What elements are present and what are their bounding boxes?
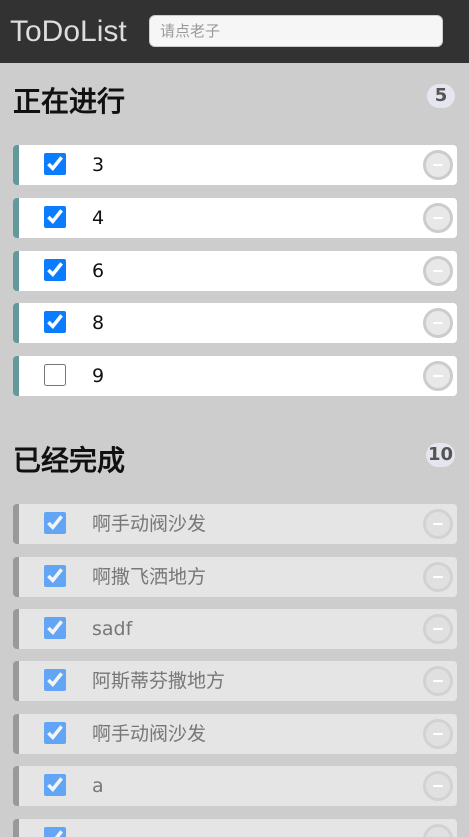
- doing-list-item: 4: [13, 198, 457, 238]
- minus-icon: [433, 217, 443, 219]
- done-list-item: 阿斯蒂芬撒地方: [13, 661, 457, 701]
- minus-icon: [433, 733, 443, 735]
- doing-list-item: 9: [13, 356, 457, 396]
- todo-checkbox[interactable]: [44, 617, 66, 639]
- done-list-item: 啊撒飞洒地方: [13, 557, 457, 597]
- todo-checkbox[interactable]: [44, 364, 66, 386]
- minus-icon: [433, 375, 443, 377]
- app-header: ToDoList: [0, 0, 469, 63]
- todo-checkbox[interactable]: [44, 153, 66, 175]
- delete-button[interactable]: [423, 256, 453, 286]
- minus-icon: [433, 576, 443, 578]
- todo-text[interactable]: 啊撒飞洒地方: [92, 557, 206, 597]
- todo-text[interactable]: 阿斯蒂芬撒地方: [92, 661, 225, 701]
- todo-text[interactable]: sadf: [92, 609, 132, 649]
- delete-button[interactable]: [423, 771, 453, 801]
- todo-checkbox[interactable]: [44, 206, 66, 228]
- minus-icon: [433, 523, 443, 525]
- todo-checkbox[interactable]: [44, 565, 66, 587]
- delete-button[interactable]: [423, 824, 453, 837]
- delete-button[interactable]: [423, 308, 453, 338]
- todo-text[interactable]: 3: [92, 145, 104, 185]
- minus-icon: [433, 628, 443, 630]
- todo-text[interactable]: 啊手动阀沙发: [92, 714, 206, 754]
- delete-button[interactable]: [423, 562, 453, 592]
- done-list-item: 啊手动阀沙发: [13, 714, 457, 754]
- minus-icon: [433, 322, 443, 324]
- doing-list-item: 8: [13, 303, 457, 343]
- done-list-item: a: [13, 766, 457, 806]
- app-title: ToDoList: [10, 15, 127, 48]
- delete-button[interactable]: [423, 150, 453, 180]
- minus-icon: [433, 680, 443, 682]
- delete-button[interactable]: [423, 719, 453, 749]
- todo-checkbox[interactable]: [44, 512, 66, 534]
- todo-checkbox[interactable]: [44, 722, 66, 744]
- todo-text[interactable]: 4: [92, 198, 104, 238]
- todo-checkbox[interactable]: [44, 259, 66, 281]
- todo-checkbox[interactable]: [44, 311, 66, 333]
- done-list-item: sadf: [13, 609, 457, 649]
- todo-checkbox[interactable]: [44, 669, 66, 691]
- done-list-item: 啊手动阀沙发: [13, 504, 457, 544]
- done-list-item: [13, 819, 457, 837]
- delete-button[interactable]: [423, 614, 453, 644]
- delete-button[interactable]: [423, 509, 453, 539]
- todo-text[interactable]: a: [92, 766, 104, 806]
- done-count-badge: 10: [425, 443, 455, 467]
- todo-checkbox[interactable]: [44, 774, 66, 796]
- doing-list-item: 3: [13, 145, 457, 185]
- delete-button[interactable]: [423, 361, 453, 391]
- done-section-title: 已经完成: [13, 444, 126, 477]
- new-todo-input[interactable]: [149, 15, 443, 47]
- doing-section-title: 正在进行: [13, 85, 126, 118]
- doing-count-badge: 5: [427, 84, 455, 108]
- delete-button[interactable]: [423, 666, 453, 696]
- delete-button[interactable]: [423, 203, 453, 233]
- minus-icon: [433, 270, 443, 272]
- todo-text[interactable]: 9: [92, 356, 104, 396]
- todo-text[interactable]: 6: [92, 251, 104, 291]
- todo-checkbox[interactable]: [44, 827, 66, 837]
- todo-text[interactable]: 啊手动阀沙发: [92, 504, 206, 544]
- todo-text[interactable]: 8: [92, 303, 104, 343]
- minus-icon: [433, 785, 443, 787]
- doing-list-item: 6: [13, 251, 457, 291]
- minus-icon: [433, 164, 443, 166]
